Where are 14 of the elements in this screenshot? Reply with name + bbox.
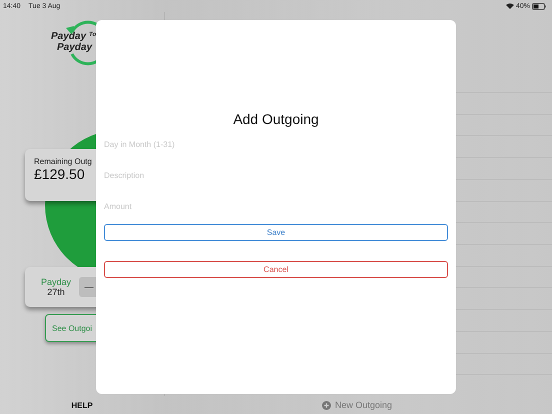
logo-text: Payday <box>51 31 86 42</box>
save-button[interactable]: Save <box>104 224 448 241</box>
payday-date: 27th <box>47 287 65 297</box>
plus-circle-icon <box>322 400 331 410</box>
battery-icon <box>532 2 546 10</box>
wifi-icon <box>506 3 514 9</box>
cancel-button[interactable]: Cancel <box>104 261 448 278</box>
help-link[interactable]: HELP <box>0 400 164 410</box>
dialog-title: Add Outgoing <box>232 111 320 127</box>
remaining-amount: £129.50 <box>34 166 85 182</box>
payday-label: Payday <box>41 277 72 287</box>
new-outgoing-button[interactable]: New Outgoing <box>322 400 392 410</box>
remaining-label: Remaining Outg <box>34 157 92 166</box>
logo-text: Payday <box>57 42 92 53</box>
